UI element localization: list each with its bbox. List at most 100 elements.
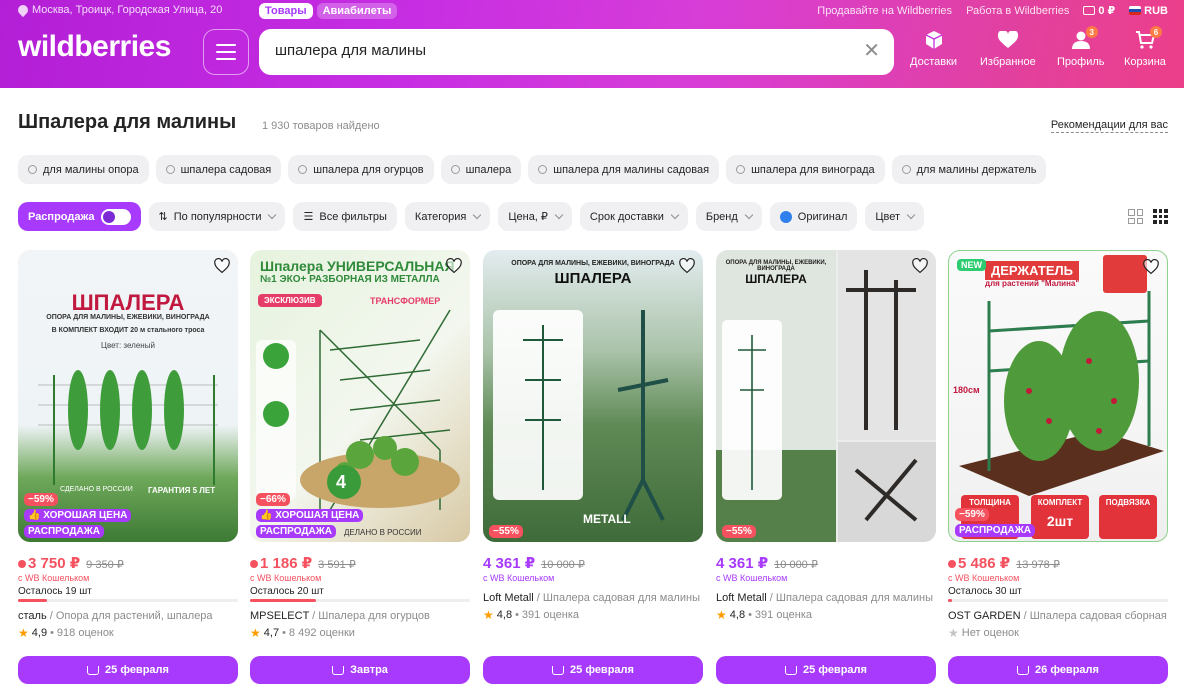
- rating-value: 4,8: [496, 609, 513, 621]
- sort-icon: ⇅: [158, 211, 168, 223]
- product-title[interactable]: Loft Metall / Шпалера садовая для малины: [483, 592, 703, 604]
- product-image[interactable]: Шпалера УНИВЕРСАЛЬНАЯ №1 ЭКО+ РАЗБОРНАЯ …: [250, 250, 470, 542]
- rating: ★ 4,9 • 918 оценок: [18, 626, 238, 640]
- suggestion-chip[interactable]: шпалера садовая: [155, 155, 282, 184]
- dot-separator: •: [282, 627, 286, 639]
- product-image[interactable]: ОПОРА ДЛЯ МАЛИНЫ, ЕЖЕВИКИ, ВИНОГРАДА ШПА…: [483, 250, 703, 542]
- product-card[interactable]: ОПОРА ДЛЯ МАЛИНЫ, ЕЖЕВИКИ, ВИНОГРАДА ШПА…: [716, 250, 936, 684]
- grid-small-icon[interactable]: [1153, 209, 1168, 224]
- toggle-switch[interactable]: [100, 208, 131, 225]
- rating-value: 4,7: [263, 627, 280, 639]
- filter-delivery[interactable]: Срок доставки: [579, 202, 688, 231]
- recommendations-link[interactable]: Рекомендации для вас: [1050, 119, 1168, 133]
- discount-badge: −55%: [489, 525, 523, 538]
- suggestion-chip[interactable]: шпалера для винограда: [726, 155, 885, 184]
- results-count: 1 930 товаров найдено: [262, 120, 380, 132]
- pin-icon: [15, 2, 31, 18]
- brand-name: сталь: [18, 610, 47, 622]
- labels: −55%: [489, 525, 523, 538]
- filter-category[interactable]: Категория: [404, 202, 491, 231]
- filter-color[interactable]: Цвет: [865, 202, 925, 231]
- filter-brand[interactable]: Бренд: [695, 202, 762, 231]
- good-price-label: ХОРОШАЯ ЦЕНА: [43, 510, 128, 521]
- wallet-icon: [1083, 6, 1096, 15]
- sale-badge: РАСПРОДАЖА: [256, 525, 336, 538]
- location[interactable]: Москва, Троицк, Городская Улица, 20: [15, 2, 223, 18]
- price-value: 5 486 ₽: [958, 555, 1011, 572]
- discount-badge: −59%: [955, 508, 989, 521]
- currency-code: RUB: [1144, 4, 1168, 17]
- discount-badge: −55%: [722, 525, 756, 538]
- suggestion-label: для малины держатель: [916, 163, 1037, 176]
- check-badge-icon: [779, 210, 792, 223]
- nav-profile[interactable]: 3 Профиль: [1057, 26, 1105, 68]
- current-price: 5 486 ₽: [948, 554, 1010, 572]
- sort-dropdown[interactable]: ⇅ По популярности: [148, 202, 286, 231]
- add-to-cart-button[interactable]: 25 февраля: [18, 656, 238, 684]
- labels: −59% 👍 ХОРОШАЯ ЦЕНА РАСПРОДАЖА: [24, 493, 132, 538]
- rating: ★ Нет оценок: [948, 626, 1168, 640]
- product-card[interactable]: ШПАЛЕРА ОПОРА ДЛЯ МАЛИНЫ, ЕЖЕВИКИ, ВИНОГ…: [18, 250, 238, 684]
- heart-icon[interactable]: [214, 258, 230, 274]
- menu-button[interactable]: [203, 29, 249, 75]
- heart-icon[interactable]: [912, 258, 928, 274]
- suggestion-chip[interactable]: для малины держатель: [891, 155, 1047, 184]
- price-value: 1 186 ₽: [260, 555, 313, 572]
- product-image[interactable]: ОПОРА ДЛЯ МАЛИНЫ, ЕЖЕВИКИ, ВИНОГРАДА ШПА…: [716, 250, 936, 542]
- suggestion-chip[interactable]: шпалера для огурцов: [288, 155, 434, 184]
- wallet-note: с WB Кошельком: [716, 573, 788, 583]
- search-input[interactable]: [275, 42, 835, 59]
- product-card[interactable]: Шпалера УНИВЕРСАЛЬНАЯ №1 ЭКО+ РАЗБОРНАЯ …: [250, 250, 470, 684]
- close-icon[interactable]: ✕: [863, 41, 880, 61]
- heart-icon[interactable]: [446, 258, 462, 274]
- sale-toggle[interactable]: Распродажа: [18, 202, 141, 231]
- add-to-cart-button[interactable]: 25 февраля: [716, 656, 936, 684]
- heart-icon[interactable]: [679, 258, 695, 274]
- search-icon: [165, 165, 175, 174]
- profile-badge: 3: [1085, 26, 1098, 38]
- image-brandmark: METALL: [583, 512, 631, 526]
- location-text: Москва, Троицк, Городская Улица, 20: [32, 4, 223, 16]
- suggestion-chip[interactable]: шпалера: [440, 155, 522, 184]
- header: Москва, Троицк, Городская Улица, 20 Това…: [0, 0, 1184, 88]
- product-card[interactable]: ОПОРА ДЛЯ МАЛИНЫ, ЕЖЕВИКИ, ВИНОГРАДА ШПА…: [483, 250, 703, 684]
- image-gift: ПОДВЯЗКА: [1105, 498, 1151, 507]
- image-title: ШПАЛЕРА: [745, 272, 807, 286]
- product-title[interactable]: OST GARDEN / Шпалера садовая сборная: [948, 610, 1168, 622]
- tab-goods[interactable]: Товары: [259, 3, 313, 19]
- sell-link[interactable]: Продавайте на Wildberries: [817, 5, 952, 17]
- product-title[interactable]: MPSELECT / Шпалера для огурцов: [250, 610, 470, 622]
- image-kit: КОМПЛЕКТ: [1037, 498, 1083, 507]
- filter-price[interactable]: Цена, ₽: [498, 202, 572, 231]
- heart-icon[interactable]: [1143, 259, 1159, 275]
- product-title[interactable]: Loft Metall / Шпалера садовая для малины: [716, 592, 936, 604]
- all-filters-button[interactable]: ☰ Все фильтры: [293, 202, 397, 231]
- add-to-cart-button[interactable]: 26 февраля: [948, 656, 1168, 684]
- product-image[interactable]: ШПАЛЕРА ОПОРА ДЛЯ МАЛИНЫ, ЕЖЕВИКИ, ВИНОГ…: [18, 250, 238, 542]
- wallet-chip[interactable]: 0 ₽: [1083, 4, 1115, 17]
- add-to-cart-button[interactable]: 25 февраля: [483, 656, 703, 684]
- labels: −55%: [722, 525, 756, 538]
- currency-chip[interactable]: RUB: [1129, 5, 1168, 17]
- product-title[interactable]: сталь / Опора для растений, шпалера: [18, 610, 238, 622]
- product-card[interactable]: ДЕРЖАТЕЛЬ для растений "Малина" 180см ТО…: [948, 250, 1168, 684]
- grid-large-icon[interactable]: [1128, 209, 1143, 224]
- image-title: ДЕРЖАТЕЛЬ: [985, 261, 1079, 280]
- jobs-link[interactable]: Работа в Wildberries: [966, 5, 1069, 17]
- logo[interactable]: wildberries: [18, 30, 171, 64]
- nav-deliveries[interactable]: Доставки: [910, 30, 957, 68]
- nav-favorites[interactable]: Избранное: [980, 30, 1036, 68]
- stock-bar-fill: [250, 599, 316, 602]
- nav-label: Доставки: [910, 56, 958, 68]
- add-to-cart-button[interactable]: Завтра: [250, 656, 470, 684]
- tab-flights[interactable]: Авиабилеты: [316, 3, 398, 19]
- sale-badge: РАСПРОДАЖА: [955, 524, 1035, 537]
- good-price-badge: 👍 ХОРОШАЯ ЦЕНА: [24, 509, 132, 522]
- nav-label: Корзина: [1124, 56, 1166, 68]
- filter-original[interactable]: Оригинал: [769, 202, 858, 231]
- suggestion-chip[interactable]: для малины опора: [18, 155, 149, 184]
- suggestion-chip[interactable]: шпалера для малины садовая: [528, 155, 720, 184]
- cart-icon: [785, 665, 798, 675]
- product-image[interactable]: ДЕРЖАТЕЛЬ для растений "Малина" 180см ТО…: [948, 250, 1168, 542]
- nav-cart[interactable]: 6 Корзина: [1124, 26, 1166, 68]
